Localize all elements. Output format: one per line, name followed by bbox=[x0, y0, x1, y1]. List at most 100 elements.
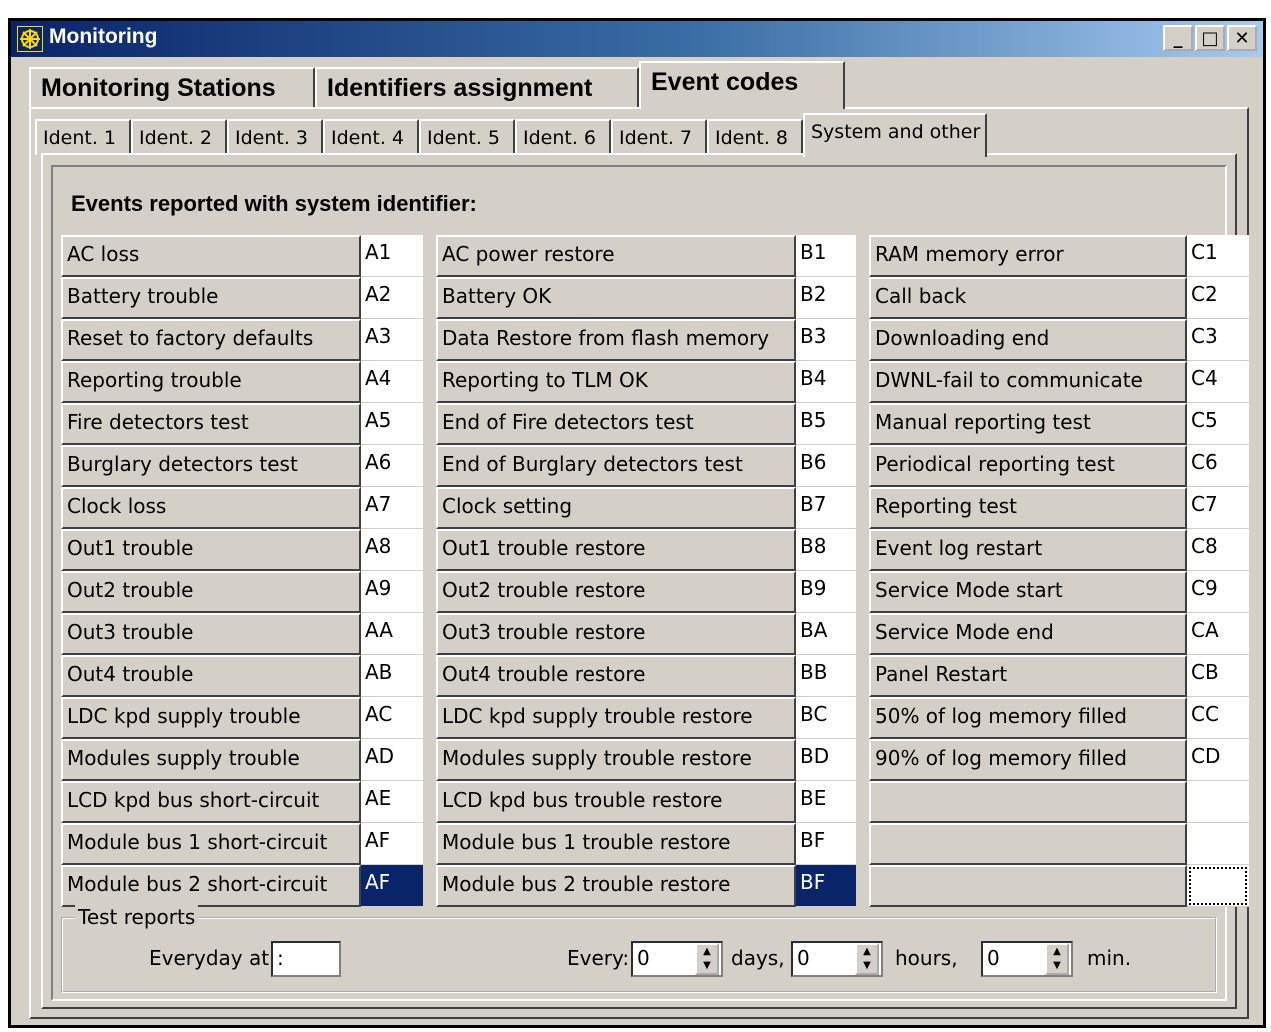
tab-ident-8[interactable]: Ident. 8 bbox=[707, 119, 803, 155]
event-name: Reporting to TLM OK bbox=[436, 361, 796, 403]
tab-ident-6[interactable]: Ident. 6 bbox=[515, 119, 611, 155]
event-code-cell[interactable]: AA bbox=[361, 613, 423, 655]
down-arrow-icon[interactable]: ▼ bbox=[863, 961, 871, 971]
event-code-cell[interactable]: C1 bbox=[1187, 235, 1249, 277]
event-code-cell[interactable]: C6 bbox=[1187, 445, 1249, 487]
event-code-cell[interactable]: BF bbox=[796, 823, 856, 865]
tab-ident-4[interactable]: Ident. 4 bbox=[323, 119, 419, 155]
hours-spinner[interactable]: ▲ ▼ bbox=[855, 943, 879, 975]
event-code-cell[interactable]: AD bbox=[361, 739, 423, 781]
event-code-cell[interactable]: B1 bbox=[796, 235, 856, 277]
tab-ident-3[interactable]: Ident. 3 bbox=[227, 119, 323, 155]
event-code-cell[interactable] bbox=[1187, 781, 1249, 823]
min-spinner[interactable]: ▲ ▼ bbox=[1045, 943, 1069, 975]
event-code-cell[interactable]: CA bbox=[1187, 613, 1249, 655]
event-code-cell[interactable]: C2 bbox=[1187, 277, 1249, 319]
event-code-cell[interactable]: B8 bbox=[796, 529, 856, 571]
minimize-button[interactable]: _ bbox=[1163, 25, 1193, 51]
event-name: Out3 trouble bbox=[61, 613, 361, 655]
event-name: Service Mode end bbox=[869, 613, 1187, 655]
tab-monitoring-stations[interactable]: Monitoring Stations bbox=[29, 67, 315, 107]
event-codes-panel: Ident. 1 Ident. 2 Ident. 3 Ident. 4 Iden… bbox=[29, 107, 1249, 1019]
down-arrow-icon[interactable]: ▼ bbox=[703, 961, 711, 971]
event-code-cell[interactable]: A1 bbox=[361, 235, 423, 277]
event-code-cell[interactable] bbox=[1187, 823, 1249, 865]
event-code-cell[interactable]: BF bbox=[796, 865, 856, 907]
up-arrow-icon[interactable]: ▲ bbox=[863, 947, 871, 957]
event-name: DWNL-fail to communicate bbox=[869, 361, 1187, 403]
event-code-cell[interactable]: BA bbox=[796, 613, 856, 655]
everyday-label: Everyday at: bbox=[149, 946, 276, 970]
event-name: End of Burglary detectors test bbox=[436, 445, 796, 487]
tab-ident-5[interactable]: Ident. 5 bbox=[419, 119, 515, 155]
event-code-cell[interactable]: A4 bbox=[361, 361, 423, 403]
event-code-cell[interactable]: C4 bbox=[1187, 361, 1249, 403]
table-row: Module bus 2 trouble restore BF bbox=[436, 865, 856, 907]
table-row: Out3 trouble restore BA bbox=[436, 613, 856, 655]
table-row: Module bus 2 short-circuit AF bbox=[61, 865, 423, 907]
days-spinner[interactable]: ▲ ▼ bbox=[695, 943, 719, 975]
event-code-cell[interactable]: A6 bbox=[361, 445, 423, 487]
event-name: 50% of log memory filled bbox=[869, 697, 1187, 739]
event-code-cell[interactable]: C9 bbox=[1187, 571, 1249, 613]
table-row: Reporting test C7 bbox=[869, 487, 1249, 529]
tab-ident-1[interactable]: Ident. 1 bbox=[35, 119, 131, 155]
event-code-cell[interactable]: C5 bbox=[1187, 403, 1249, 445]
event-code-cell[interactable]: B7 bbox=[796, 487, 856, 529]
event-code-cell[interactable]: C7 bbox=[1187, 487, 1249, 529]
event-code-cell[interactable]: B2 bbox=[796, 277, 856, 319]
title-bar[interactable]: Monitoring _ □ ✕ bbox=[11, 21, 1263, 57]
table-row: End of Fire detectors test B5 bbox=[436, 403, 856, 445]
event-code-cell[interactable]: B6 bbox=[796, 445, 856, 487]
up-arrow-icon[interactable]: ▲ bbox=[703, 947, 711, 957]
event-code-cell[interactable]: AF bbox=[361, 865, 423, 907]
maximize-button[interactable]: □ bbox=[1195, 25, 1225, 51]
event-code-cell[interactable]: B9 bbox=[796, 571, 856, 613]
table-row bbox=[869, 823, 1249, 865]
event-code-cell[interactable]: C3 bbox=[1187, 319, 1249, 361]
event-code-cell[interactable]: CC bbox=[1187, 697, 1249, 739]
event-code-cell[interactable]: A3 bbox=[361, 319, 423, 361]
event-code-cell[interactable]: B5 bbox=[796, 403, 856, 445]
event-code-cell[interactable]: AC bbox=[361, 697, 423, 739]
event-code-cell[interactable]: B3 bbox=[796, 319, 856, 361]
event-code-cell[interactable]: BD bbox=[796, 739, 856, 781]
table-row: 90% of log memory filled CD bbox=[869, 739, 1249, 781]
event-code-cell[interactable]: A8 bbox=[361, 529, 423, 571]
tab-ident-2[interactable]: Ident. 2 bbox=[131, 119, 227, 155]
event-code-cell[interactable]: CB bbox=[1187, 655, 1249, 697]
event-code-cell[interactable]: AE bbox=[361, 781, 423, 823]
event-code-cell[interactable]: AB bbox=[361, 655, 423, 697]
up-arrow-icon[interactable]: ▲ bbox=[1053, 947, 1061, 957]
close-button[interactable]: ✕ bbox=[1227, 25, 1257, 51]
event-code-cell[interactable]: BB bbox=[796, 655, 856, 697]
event-code-cell[interactable]: A9 bbox=[361, 571, 423, 613]
events-frame: Events reported with system identifier: … bbox=[51, 165, 1249, 1001]
tab-identifiers-assignment[interactable]: Identifiers assignment bbox=[315, 67, 639, 107]
tab-system-and-other[interactable]: System and other bbox=[803, 113, 987, 157]
event-code-cell[interactable]: A5 bbox=[361, 403, 423, 445]
table-row: LDC kpd supply trouble restore BC bbox=[436, 697, 856, 739]
event-code-cell[interactable]: BC bbox=[796, 697, 856, 739]
event-code-cell[interactable]: BE bbox=[796, 781, 856, 823]
hours-label: hours, bbox=[895, 946, 958, 970]
event-name: Clock loss bbox=[61, 487, 361, 529]
event-name: End of Fire detectors test bbox=[436, 403, 796, 445]
tab-event-codes[interactable]: Event codes bbox=[639, 61, 845, 109]
event-code-cell[interactable]: A7 bbox=[361, 487, 423, 529]
event-code-cell[interactable]: B4 bbox=[796, 361, 856, 403]
event-name: Reporting test bbox=[869, 487, 1187, 529]
tab-ident-7[interactable]: Ident. 7 bbox=[611, 119, 707, 155]
event-code-cell[interactable]: C8 bbox=[1187, 529, 1249, 571]
event-name: Out2 trouble bbox=[61, 571, 361, 613]
monitoring-window: Monitoring _ □ ✕ Monitoring Stations Ide… bbox=[8, 18, 1266, 1028]
down-arrow-icon[interactable]: ▼ bbox=[1053, 961, 1061, 971]
event-code-cell[interactable]: AF bbox=[361, 823, 423, 865]
table-row: Out2 trouble restore B9 bbox=[436, 571, 856, 613]
event-code-cell[interactable] bbox=[1187, 865, 1249, 907]
event-name: AC power restore bbox=[436, 235, 796, 277]
everyday-time-input[interactable]: : bbox=[271, 941, 341, 977]
event-code-cell[interactable]: A2 bbox=[361, 277, 423, 319]
event-code-cell[interactable]: CD bbox=[1187, 739, 1249, 781]
table-row: Reporting trouble A4 bbox=[61, 361, 423, 403]
